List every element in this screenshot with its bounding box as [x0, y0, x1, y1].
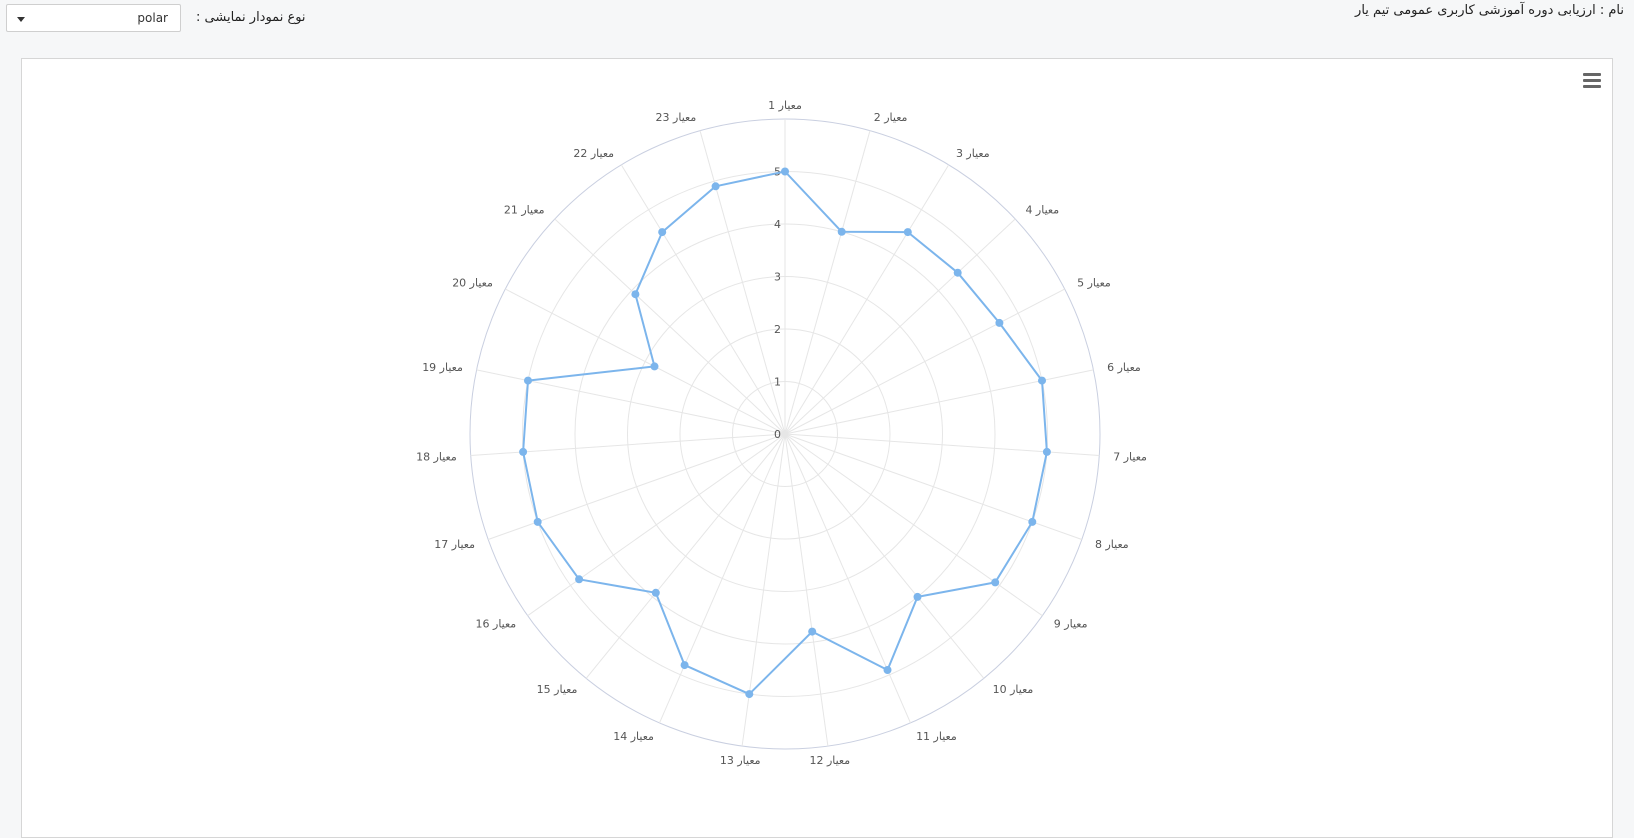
data-point [745, 690, 754, 699]
category-label: معیار 3 [956, 147, 990, 160]
spoke-line [527, 433, 786, 617]
spoke-line [659, 433, 786, 724]
data-point [913, 592, 922, 601]
category-label: معیار 5 [1077, 277, 1111, 290]
data-point [658, 228, 667, 237]
data-point [1038, 376, 1046, 385]
category-label: معیار 12 [809, 754, 850, 767]
chevron-down-icon [17, 17, 25, 22]
category-label: معیار 4 [1025, 203, 1059, 216]
category-label: معیار 18 [416, 450, 457, 463]
spoke-line [620, 164, 786, 435]
category-label: معیار 14 [613, 730, 654, 743]
top-bar: نام : ارزیابی دوره آموزشی کاربری عمومی ت… [0, 0, 1634, 50]
spoke-line [784, 433, 829, 747]
chart-panel: 0 1 2 3 4 5 معیار 1 معیار 2 معیار 3 معیار 4 معیار … [21, 58, 1613, 838]
chart-type-selected-value: polar [137, 11, 168, 25]
spoke-line [784, 130, 871, 435]
y-tick-label: 3 [774, 271, 781, 284]
data-point [711, 182, 720, 191]
spoke-line [784, 218, 1016, 435]
category-label: معیار 17 [434, 538, 475, 551]
chart-type-select[interactable]: polar [6, 4, 181, 32]
polar-chart: 012345معیار 1معیار 2معیار 3معیار 4معیار … [416, 99, 1147, 767]
category-label: معیار 19 [422, 361, 463, 374]
data-point [883, 666, 892, 674]
category-label: معیار 15 [537, 683, 578, 696]
category-label: معیار 7 [1113, 450, 1147, 463]
category-label: معیار 1 [768, 99, 802, 112]
data-point [524, 376, 532, 385]
category-label: معیار 11 [916, 730, 957, 743]
spoke-line [784, 164, 950, 435]
category-label: معیار 8 [1095, 538, 1129, 551]
spoke-line [784, 433, 1043, 617]
data-point [995, 318, 1004, 327]
category-label: معیار 16 [476, 618, 517, 631]
spoke-line [741, 433, 786, 747]
y-tick-label: 1 [774, 376, 781, 389]
y-tick-label: 2 [774, 323, 781, 336]
data-point [651, 588, 660, 597]
data-point [837, 227, 846, 236]
category-label: معیار 10 [993, 683, 1034, 696]
spoke-line [784, 433, 911, 724]
data-point [808, 627, 817, 636]
data-point [575, 575, 584, 584]
spoke-line [554, 218, 786, 435]
category-label: معیار 21 [504, 203, 545, 216]
data-point [903, 228, 912, 237]
y-tick-label: 4 [774, 218, 781, 231]
data-point [781, 167, 789, 176]
data-point [1028, 517, 1037, 526]
data-point [991, 578, 1000, 587]
data-point [533, 517, 542, 526]
page-title: نام : ارزیابی دوره آموزشی کاربری عمومی ت… [1355, 3, 1624, 18]
data-point [631, 290, 640, 299]
data-point [650, 362, 659, 371]
category-label: معیار 9 [1054, 618, 1088, 631]
spoke-line [784, 288, 1065, 435]
category-label: معیار 20 [452, 277, 493, 290]
category-label: معیار 23 [656, 111, 697, 124]
data-point [519, 447, 528, 456]
category-label: معیار 22 [573, 147, 614, 160]
spoke-line [505, 288, 786, 435]
category-label: معیار 13 [720, 754, 761, 767]
chart-type-label: نوع نمودار نمایشی : [196, 10, 306, 25]
category-label: معیار 6 [1107, 361, 1141, 374]
category-label: معیار 2 [874, 111, 908, 124]
data-point [953, 268, 962, 277]
y-tick-label: 0 [774, 428, 781, 441]
spoke-line [784, 433, 1082, 540]
data-point [1042, 447, 1051, 456]
spoke-line [488, 433, 786, 540]
spoke-line [699, 130, 786, 435]
data-point [680, 661, 689, 670]
